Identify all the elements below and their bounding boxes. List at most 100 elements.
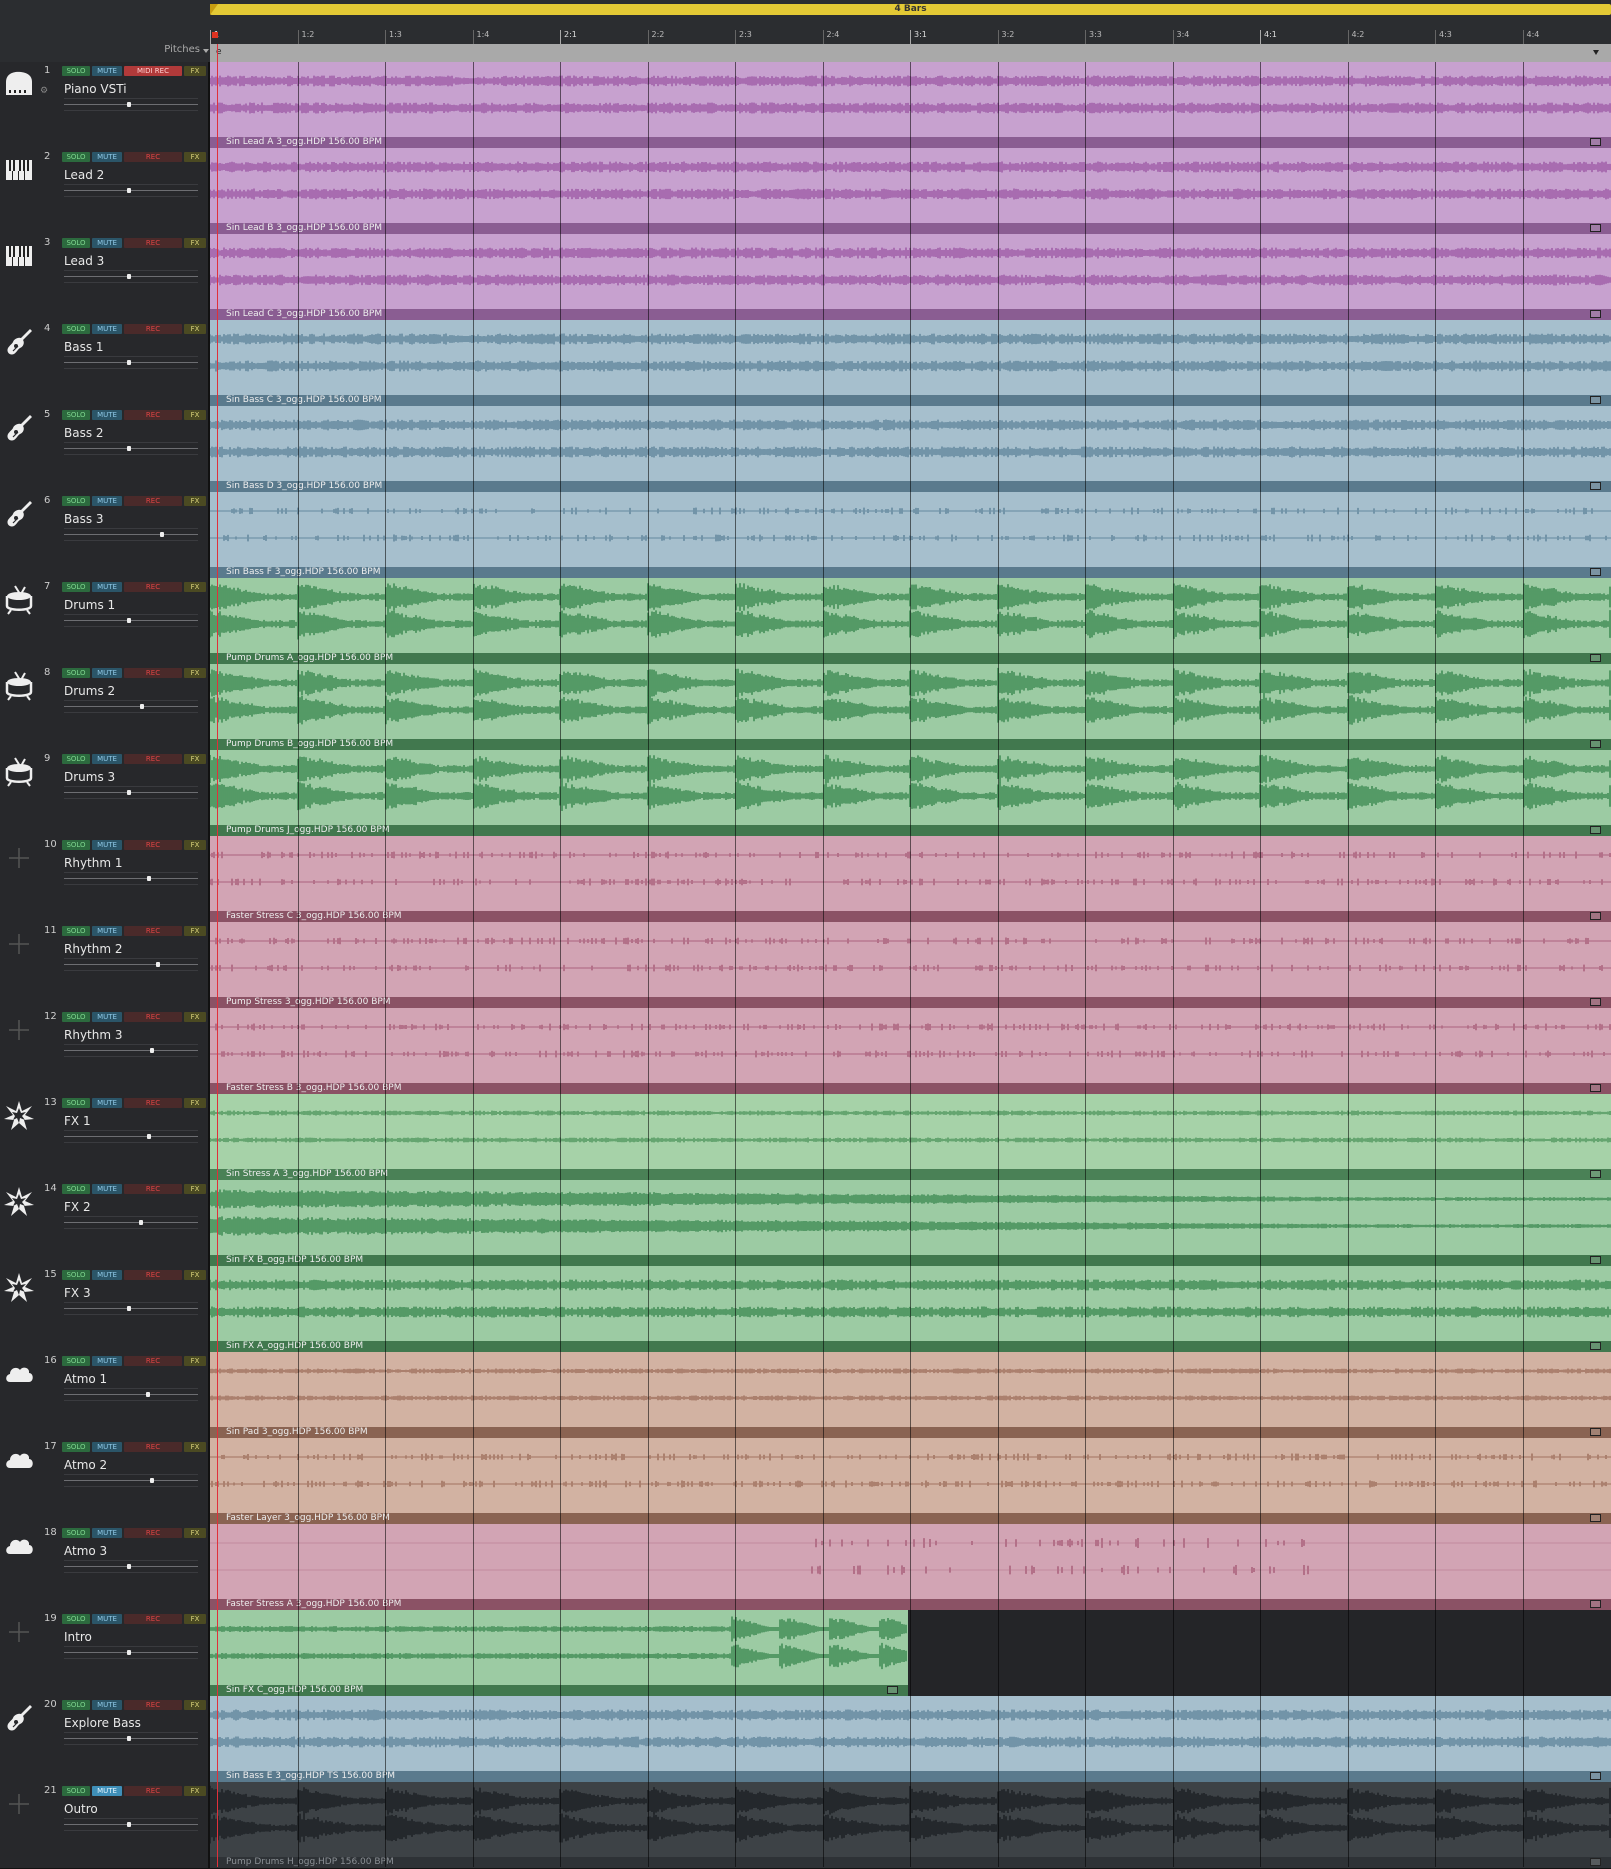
burst-icon[interactable] bbox=[3, 1272, 35, 1304]
track-name[interactable]: Atmo 3 bbox=[64, 1544, 107, 1558]
guitar-icon[interactable] bbox=[3, 326, 35, 358]
audio-clip[interactable]: Sin Bass D 3_ogg.HDP 156.00 BPM bbox=[210, 406, 1611, 493]
volume-slider[interactable] bbox=[64, 188, 198, 193]
clip-menu-icon[interactable] bbox=[1590, 826, 1601, 834]
fx-button[interactable]: FX bbox=[184, 410, 206, 420]
audio-clip[interactable]: Sin Bass C 3_ogg.HDP 156.00 BPM bbox=[210, 320, 1611, 407]
loop-range-bar[interactable]: 4 Bars bbox=[210, 4, 1611, 15]
track-name[interactable]: Atmo 2 bbox=[64, 1458, 107, 1472]
clip-menu-icon[interactable] bbox=[1590, 1170, 1601, 1178]
track-header[interactable]: 3 SOLO MUTE REC FX Lead 3 bbox=[0, 234, 210, 321]
burst-icon[interactable] bbox=[3, 1186, 35, 1218]
volume-knob[interactable] bbox=[126, 1822, 131, 1827]
fx-button[interactable]: FX bbox=[184, 1012, 206, 1022]
fx-button[interactable]: FX bbox=[184, 1528, 206, 1538]
empty-lane[interactable] bbox=[908, 1610, 1611, 1696]
solo-button[interactable]: SOLO bbox=[62, 582, 90, 592]
mute-button[interactable]: MUTE bbox=[92, 840, 122, 850]
volume-knob[interactable] bbox=[126, 188, 131, 193]
track-header[interactable]: 8 SOLO MUTE REC FX Drums 2 bbox=[0, 664, 210, 751]
clip-menu-icon[interactable] bbox=[1590, 740, 1601, 748]
clip-menu-icon[interactable] bbox=[1590, 1342, 1601, 1350]
solo-button[interactable]: SOLO bbox=[62, 1184, 90, 1194]
audio-clip[interactable]: Sin Bass E 3_ogg.HDP TS 156.00 BPM bbox=[210, 1696, 1611, 1783]
track-header[interactable]: 16 SOLO MUTE REC FX Atmo 1 bbox=[0, 1352, 210, 1439]
clip-menu-icon[interactable] bbox=[1590, 482, 1601, 490]
track-header[interactable]: 17 SOLO MUTE REC FX Atmo 2 bbox=[0, 1438, 210, 1525]
record-button[interactable]: REC bbox=[124, 1786, 182, 1796]
audio-clip[interactable]: Sin Stress A 3_ogg.HDP 156.00 BPM bbox=[210, 1094, 1611, 1181]
marker-bar[interactable]: e bbox=[210, 44, 1611, 63]
fx-button[interactable]: FX bbox=[184, 66, 206, 76]
mute-button[interactable]: MUTE bbox=[92, 754, 122, 764]
record-button[interactable]: REC bbox=[124, 496, 182, 506]
keyboard-icon[interactable] bbox=[3, 154, 35, 186]
empty-icon[interactable] bbox=[3, 842, 35, 874]
record-button[interactable]: REC bbox=[124, 754, 182, 764]
audio-clip[interactable]: Sin Lead A 3_ogg.HDP 156.00 BPM bbox=[210, 62, 1611, 149]
track-header[interactable]: 7 SOLO MUTE REC FX Drums 1 bbox=[0, 578, 210, 665]
track-header[interactable]: 21 SOLO MUTE REC FX Outro bbox=[0, 1782, 210, 1869]
track-name[interactable]: Lead 2 bbox=[64, 168, 104, 182]
volume-knob[interactable] bbox=[126, 446, 131, 451]
volume-slider[interactable] bbox=[64, 360, 198, 365]
drum-icon[interactable] bbox=[3, 584, 35, 616]
clip-menu-icon[interactable] bbox=[1590, 1514, 1601, 1522]
volume-slider[interactable] bbox=[64, 790, 198, 795]
mute-button[interactable]: MUTE bbox=[92, 668, 122, 678]
solo-button[interactable]: SOLO bbox=[62, 668, 90, 678]
track-name[interactable]: Bass 1 bbox=[64, 340, 104, 354]
fx-button[interactable]: FX bbox=[184, 1356, 206, 1366]
cloud-icon[interactable] bbox=[3, 1530, 35, 1562]
cloud-icon[interactable] bbox=[3, 1358, 35, 1390]
track-name[interactable]: Bass 2 bbox=[64, 426, 104, 440]
solo-button[interactable]: SOLO bbox=[62, 1356, 90, 1366]
mute-button[interactable]: MUTE bbox=[92, 1098, 122, 1108]
record-button[interactable]: REC bbox=[124, 238, 182, 248]
clip-menu-icon[interactable] bbox=[1590, 1256, 1601, 1264]
solo-button[interactable]: SOLO bbox=[62, 66, 90, 76]
clip-menu-icon[interactable] bbox=[887, 1686, 898, 1694]
audio-clip[interactable]: Pump Drums J_ogg.HDP 156.00 BPM bbox=[210, 750, 1611, 837]
cloud-icon[interactable] bbox=[3, 1444, 35, 1476]
track-name[interactable]: FX 3 bbox=[64, 1286, 91, 1300]
fx-button[interactable]: FX bbox=[184, 1442, 206, 1452]
mute-button[interactable]: MUTE bbox=[92, 1184, 122, 1194]
playhead[interactable] bbox=[217, 44, 218, 1867]
fx-button[interactable]: FX bbox=[184, 582, 206, 592]
track-name[interactable]: Rhythm 1 bbox=[64, 856, 123, 870]
fx-button[interactable]: FX bbox=[184, 1700, 206, 1710]
solo-button[interactable]: SOLO bbox=[62, 496, 90, 506]
volume-slider[interactable] bbox=[64, 1134, 198, 1139]
volume-slider[interactable] bbox=[64, 532, 198, 537]
track-name[interactable]: Intro bbox=[64, 1630, 92, 1644]
clip-menu-icon[interactable] bbox=[1590, 998, 1601, 1006]
track-name[interactable]: Outro bbox=[64, 1802, 98, 1816]
fx-button[interactable]: FX bbox=[184, 840, 206, 850]
empty-icon[interactable] bbox=[3, 1014, 35, 1046]
record-button[interactable]: REC bbox=[124, 324, 182, 334]
volume-slider[interactable] bbox=[64, 1478, 198, 1483]
track-name[interactable]: Bass 3 bbox=[64, 512, 104, 526]
volume-slider[interactable] bbox=[64, 274, 198, 279]
volume-knob[interactable] bbox=[145, 1392, 150, 1397]
volume-knob[interactable] bbox=[126, 1306, 131, 1311]
volume-knob[interactable] bbox=[156, 962, 161, 967]
solo-button[interactable]: SOLO bbox=[62, 1098, 90, 1108]
mute-button[interactable]: MUTE bbox=[92, 926, 122, 936]
start-marker[interactable] bbox=[212, 32, 218, 38]
record-button[interactable]: REC bbox=[124, 668, 182, 678]
volume-knob[interactable] bbox=[140, 704, 145, 709]
volume-slider[interactable] bbox=[64, 618, 198, 623]
fx-button[interactable]: FX bbox=[184, 324, 206, 334]
track-header[interactable]: 6 SOLO MUTE REC FX Bass 3 bbox=[0, 492, 210, 579]
solo-button[interactable]: SOLO bbox=[62, 926, 90, 936]
mute-button[interactable]: MUTE bbox=[92, 496, 122, 506]
record-button[interactable]: REC bbox=[124, 1184, 182, 1194]
clip-menu-icon[interactable] bbox=[1590, 1858, 1601, 1866]
mute-button[interactable]: MUTE bbox=[92, 1012, 122, 1022]
track-header[interactable]: 9 SOLO MUTE REC FX Drums 3 bbox=[0, 750, 210, 837]
volume-slider[interactable] bbox=[64, 1564, 198, 1569]
volume-slider[interactable] bbox=[64, 102, 198, 107]
volume-knob[interactable] bbox=[160, 532, 165, 537]
